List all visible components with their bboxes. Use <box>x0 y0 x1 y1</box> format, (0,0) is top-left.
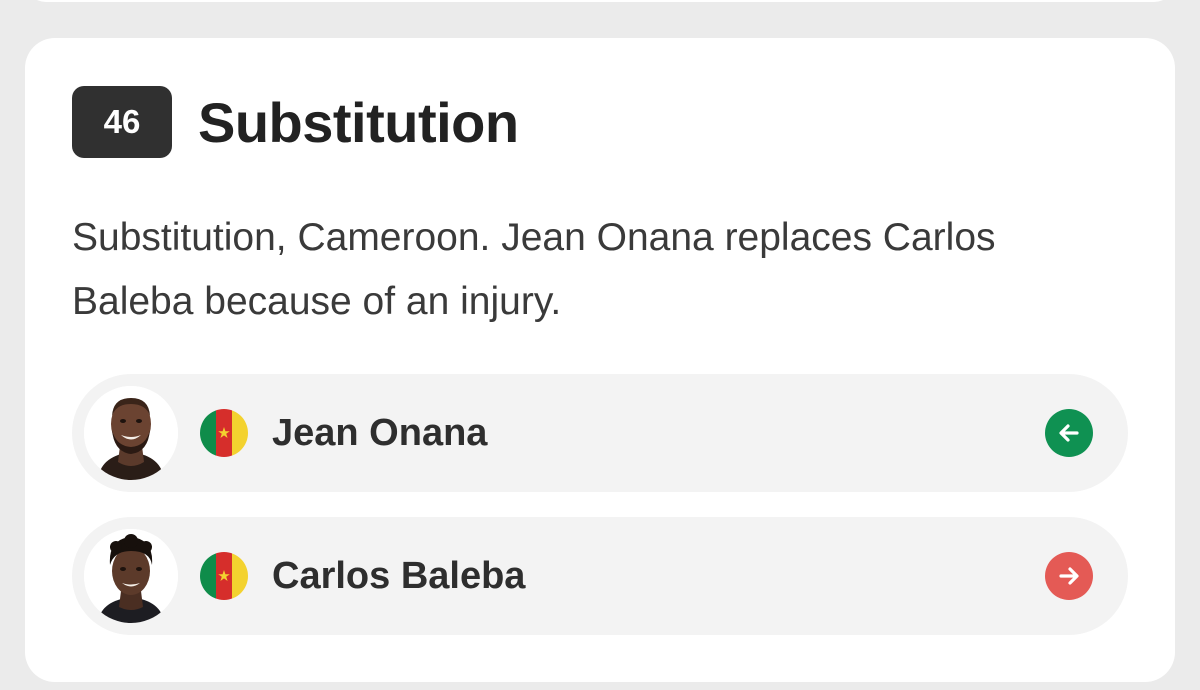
arrow-left-icon <box>1045 409 1093 457</box>
minute-badge: 46 <box>72 86 172 158</box>
cameroon-flag-icon <box>200 409 248 457</box>
player-name: Jean Onana <box>272 412 488 454</box>
previous-event-card <box>25 0 1175 2</box>
event-title: Substitution <box>198 90 519 154</box>
player-name: Carlos Baleba <box>272 555 526 597</box>
event-description: Substitution, Cameroon. Jean Onana repla… <box>72 216 996 323</box>
event-header: 46 Substitution <box>72 86 519 158</box>
cameroon-flag-icon <box>200 552 248 600</box>
arrow-right-icon <box>1045 552 1093 600</box>
player-row-out[interactable]: Carlos Baleba <box>72 517 1128 635</box>
player-row-in[interactable]: Jean Onana <box>72 374 1128 492</box>
player-avatar <box>84 386 178 480</box>
substitution-event-card: 46 Substitution Substitution, Cameroon. … <box>25 38 1175 682</box>
player-avatar <box>84 529 178 623</box>
